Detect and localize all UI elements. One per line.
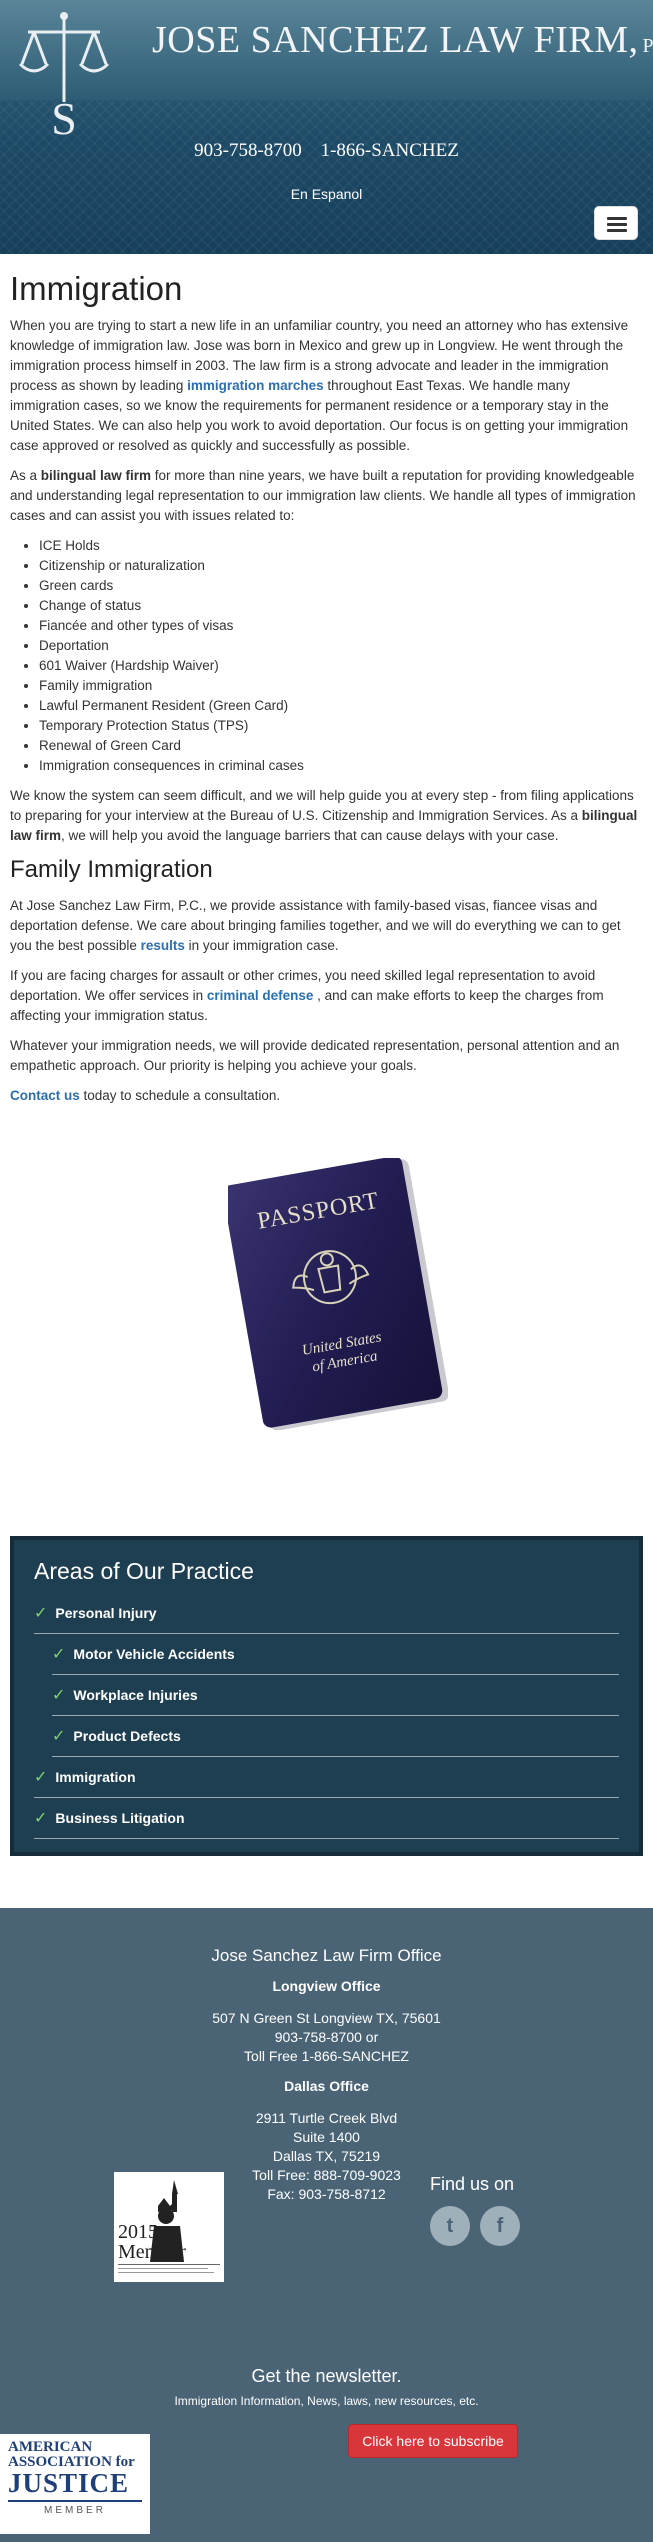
list-item: Citizenship or naturalization — [39, 556, 643, 576]
family-paragraph: At Jose Sanchez Law Firm, P.C., we provi… — [10, 898, 621, 953]
areas-of-practice: Areas of Our Practice ✓ Personal Injury ✓… — [10, 1536, 643, 1856]
results-link[interactable]: results — [141, 938, 185, 953]
dallas-city: Dallas TX, 75219 — [272, 2148, 381, 2164]
aaj-line-1: AMERICAN — [8, 2439, 93, 2455]
contact-paragraph: Contact us today to schedule a consultat… — [10, 1088, 281, 1103]
firm-name-text: JOSE SANCHEZ LAW FIRM, — [152, 19, 639, 61]
tollfree-number[interactable]: 1-866-SANCHEZ — [321, 140, 459, 161]
areas-title: Areas of Our Practice — [34, 1558, 254, 1584]
list-item: Renewal of Green Card — [39, 736, 643, 756]
badge-label: Member — [118, 2241, 186, 2263]
member-badge: 2015 Member — [114, 2172, 224, 2282]
firm-suffix: P.C. — [642, 35, 653, 57]
aaj-line-4: MEMBER — [44, 2505, 106, 2516]
practice-product-defects[interactable]: ✓ Product Defects — [52, 1716, 619, 1757]
practice-label: Immigration — [55, 1769, 136, 1785]
list-item: Temporary Protection Status (TPS) — [39, 716, 643, 736]
list-item: ICE Holds — [39, 536, 643, 556]
list-item: Fiancée and other types of visas — [39, 616, 643, 636]
office-title: Jose Sanchez Law Firm Office — [211, 1946, 442, 1965]
badge-year: 2015 — [118, 2221, 158, 2243]
list-item: 601 Waiver (Hardship Waiver) — [39, 656, 643, 676]
bilingual-paragraph: As a bilingual law firm for more than ni… — [10, 468, 636, 523]
facebook-icon[interactable]: f — [480, 2206, 520, 2246]
passport-image-wrap: PASSPORT United States of America — [10, 1116, 643, 1536]
hamburger-menu-button[interactable] — [594, 206, 638, 240]
firm-name[interactable]: JOSE SANCHEZ LAW FIRM,P.C. — [152, 18, 653, 62]
page-title: Immigration — [10, 270, 183, 307]
list-item: Change of status — [39, 596, 643, 616]
criminal-defense-link[interactable]: criminal defense — [207, 988, 314, 1003]
list-item: Deportation — [39, 636, 643, 656]
bilingual-bold: bilingual law firm — [40, 468, 152, 483]
check-icon: ✓ — [52, 1646, 66, 1663]
newsletter-title: Get the newsletter. — [251, 2366, 402, 2386]
twitter-icon[interactable]: t — [430, 2206, 470, 2246]
dallas-suite: Suite 1400 — [293, 2129, 360, 2145]
svg-text:S: S — [51, 93, 77, 140]
header-phones: 903-758-8700 1-866-SANCHEZ — [0, 140, 653, 162]
twitter-glyph: t — [446, 2214, 454, 2237]
site-header: S JOSE SANCHEZ LAW FIRM,P.C. 903-758-870… — [0, 0, 653, 254]
practice-label: Personal Injury — [55, 1605, 157, 1621]
practice-label: Product Defects — [73, 1728, 181, 1744]
aaj-divider — [8, 2500, 142, 2502]
phone-number[interactable]: 903-758-8700 — [194, 140, 302, 161]
site-footer: Jose Sanchez Law Firm Office Longview Of… — [0, 1908, 653, 2542]
longview-tollfree[interactable]: Toll Free 1-866-SANCHEZ — [0, 2048, 653, 2064]
practice-workplace-injuries[interactable]: ✓ Workplace Injuries — [52, 1675, 619, 1716]
family-immigration-heading: Family Immigration — [10, 856, 213, 883]
spanish-language-link[interactable]: En Espanol — [0, 186, 653, 202]
guidance-paragraph: We know the system can seem difficult, a… — [10, 788, 638, 843]
check-icon: ✓ — [34, 1769, 48, 1786]
newsletter-subtitle: Immigration Information, News, laws, new… — [174, 2394, 479, 2408]
dallas-fax: Fax: 903-758-8712 — [267, 2186, 386, 2202]
check-icon: ✓ — [52, 1728, 66, 1745]
dallas-street: 2911 Turtle Creek Blvd — [255, 2110, 398, 2126]
intro-paragraph: When you are trying to start a new life … — [10, 318, 629, 453]
find-us-label: Find us on — [430, 2174, 515, 2194]
facebook-glyph: f — [496, 2214, 504, 2237]
longview-address: 507 N Green St Longview TX, 75601 — [212, 2010, 441, 2026]
subscribe-button[interactable]: Click here to subscribe — [348, 2424, 518, 2458]
practice-personal-injury[interactable]: ✓ Personal Injury — [34, 1593, 619, 1634]
main-content: Immigration When you are trying to start… — [0, 254, 653, 1536]
check-icon: ✓ — [34, 1605, 48, 1622]
list-item: Immigration consequences in criminal cas… — [39, 756, 643, 776]
practice-label: Motor Vehicle Accidents — [73, 1646, 235, 1662]
practice-immigration[interactable]: ✓ Immigration — [34, 1757, 619, 1798]
aaj-member-logo[interactable]: AMERICAN ASSOCIATION for JUSTICE MEMBER — [0, 2434, 150, 2534]
aaj-line-3: JUSTICE — [8, 2468, 130, 2498]
list-item: Green cards — [39, 576, 643, 596]
dallas-tollfree[interactable]: Toll Free: 888-709-9023 — [0, 2167, 653, 2183]
practice-motor-vehicle-accidents[interactable]: ✓ Motor Vehicle Accidents — [52, 1634, 619, 1675]
scales-of-justice-logo-icon[interactable]: S — [14, 6, 114, 140]
immigration-issues-list: ICE Holds Citizenship or naturalization … — [39, 536, 643, 776]
check-icon: ✓ — [34, 1810, 48, 1827]
list-item: Lawful Permanent Resident (Green Card) — [39, 696, 643, 716]
practice-label: Business Litigation — [55, 1810, 185, 1826]
longview-phone[interactable]: 903-758-8700 or — [0, 2029, 653, 2045]
practice-business-litigation[interactable]: ✓ Business Litigation — [34, 1798, 619, 1839]
statue-of-liberty-icon: 2015 Member — [118, 2180, 220, 2273]
list-item: Family immigration — [39, 676, 643, 696]
dallas-office-title: Dallas Office — [284, 2078, 369, 2094]
immigration-marches-link[interactable]: immigration marches — [187, 378, 324, 393]
whatever-paragraph: Whatever your immigration needs, we will… — [10, 1038, 620, 1073]
practice-label: Workplace Injuries — [73, 1687, 198, 1703]
contact-us-link[interactable]: Contact us — [10, 1088, 80, 1103]
passport-image: PASSPORT United States of America — [228, 1158, 448, 1430]
check-icon: ✓ — [52, 1687, 66, 1704]
longview-office-title: Longview Office — [272, 1978, 381, 1994]
criminal-paragraph: If you are facing charges for assault or… — [10, 968, 604, 1023]
